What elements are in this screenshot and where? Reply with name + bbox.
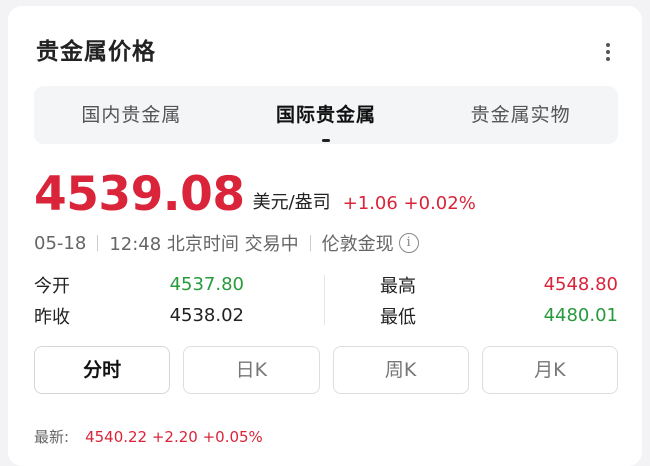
period-intraday-button[interactable]: 分时 (34, 346, 171, 394)
open-value: 4537.80 (169, 274, 244, 295)
high-label: 最高 (380, 275, 416, 297)
stat-low: 最低 4480.01 (380, 300, 618, 331)
current-price: 4539.08 (34, 167, 245, 222)
stats-panel: 今开 4537.80 昨收 4538.02 最高 4548.80 最低 4480… (34, 269, 618, 331)
stat-prev-close: 昨收 4538.02 (34, 300, 244, 331)
low-value: 4480.01 (543, 305, 618, 326)
more-options-icon[interactable] (598, 40, 618, 64)
precious-metals-card: 贵金属价格 国内贵金属 国际贵金属 贵金属实物 4539.08 美元/盎司 +1… (8, 6, 642, 466)
latest-value: 4540.22 +2.20 +0.05% (85, 427, 263, 446)
period-monthly-k-button[interactable]: 月K (481, 346, 618, 394)
high-value: 4548.80 (543, 274, 618, 295)
market-tabs: 国内贵金属 国际贵金属 贵金属实物 (34, 86, 618, 144)
prev-close-label: 昨收 (34, 306, 70, 328)
info-icon[interactable]: i (398, 233, 419, 253)
chart-period-buttons: 分时 日K 周K 月K (34, 346, 618, 394)
price-change: +1.06 +0.02% (342, 193, 476, 214)
latest-label: 最新: (34, 428, 70, 446)
market-name: 伦敦金现 (321, 234, 394, 255)
stat-high: 最高 4548.80 (380, 269, 618, 300)
stat-open: 今开 4537.80 (34, 269, 244, 300)
stats-left-column: 今开 4537.80 昨收 4538.02 (34, 269, 244, 331)
meta-divider (97, 235, 99, 251)
prev-close-value: 4538.02 (169, 305, 244, 326)
stats-right-column: 最高 4548.80 最低 4480.01 (380, 269, 618, 331)
tab-international-metals[interactable]: 国际贵金属 (229, 86, 424, 144)
card-header: 贵金属价格 (36, 36, 618, 68)
tab-domestic-metals[interactable]: 国内贵金属 (34, 86, 229, 144)
meta-divider (309, 235, 311, 251)
period-weekly-k-button[interactable]: 周K (332, 346, 469, 394)
tab-physical-metals[interactable]: 贵金属实物 (423, 86, 618, 144)
open-label: 今开 (34, 275, 70, 297)
quote-meta: 05-18 12:48 北京时间 交易中 伦敦金现 i (34, 228, 419, 258)
latest-quote: 最新: 4540.22 +2.20 +0.05% (34, 426, 263, 447)
price-unit: 美元/盎司 (252, 192, 331, 213)
card-title: 贵金属价格 (36, 39, 156, 65)
price-row: 4539.08 美元/盎司 +1.06 +0.02% (34, 166, 476, 220)
quote-time-status: 12:48 北京时间 交易中 (109, 234, 299, 255)
quote-date: 05-18 (34, 232, 87, 254)
low-label: 最低 (380, 306, 416, 328)
stats-divider (324, 275, 325, 325)
period-daily-k-button[interactable]: 日K (183, 346, 320, 394)
